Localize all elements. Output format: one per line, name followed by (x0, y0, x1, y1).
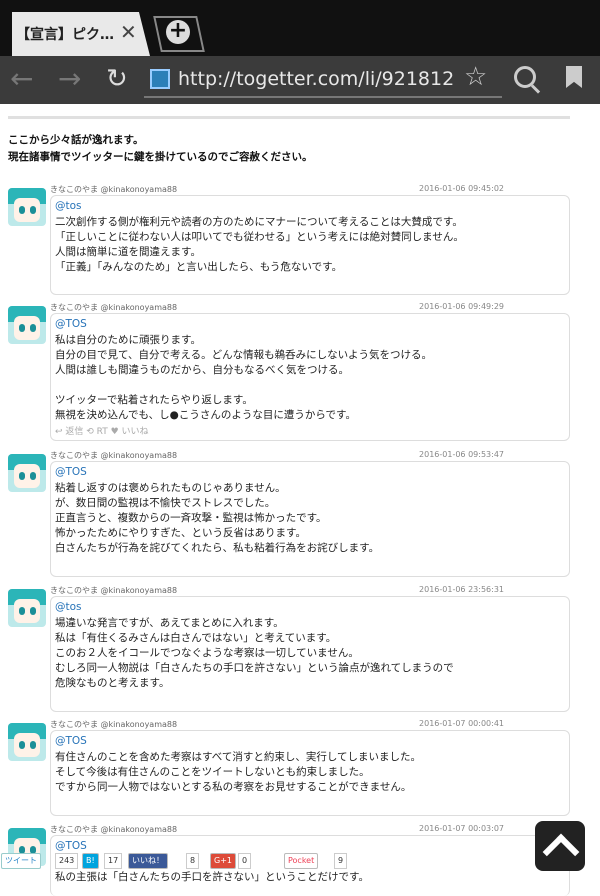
tweet-body: 二次創作する側が権利元や読者の方のためにマナーについて考えることは大賛成です。 … (55, 216, 464, 273)
tweet-mention[interactable]: @tos (55, 601, 82, 613)
tweet-mention[interactable]: @tos (55, 200, 82, 212)
url-text[interactable]: http://togetter.com/li/921812 (178, 68, 454, 90)
site-favicon-icon (150, 69, 170, 89)
bookmark-star-icon[interactable]: ☆ (464, 62, 487, 92)
tweet-user[interactable]: きなこのやま @kinakonoyama88 (50, 184, 177, 195)
tab-bar: 【宣言】ピク… ✕ + (0, 0, 600, 56)
intro-line: 現在諸事情でツイッターに鍵を掛けているのでご容赦ください。 (8, 151, 313, 163)
tweet-body: 私は自分のために頑張ります。 自分の目で見て、自分で考える。どんな情報も鵜呑みに… (55, 334, 432, 421)
avatar[interactable] (8, 188, 46, 226)
tweet-item: きなこのやま @kinakonoyama88 2016-01-06 23:56:… (8, 585, 570, 713)
tweet-item: きなこのやま @kinakonoyama88 2016-01-06 09:53:… (8, 450, 570, 578)
tweet-time[interactable]: 2016-01-06 09:49:29 (419, 302, 504, 311)
tweet-count: 243 (55, 853, 79, 869)
browser-toolbar: ← → ↻ http://togetter.com/li/921812 ☆ (0, 56, 600, 104)
intro-text: ここから少々話が逸れます。 現在諸事情でツイッターに鍵を掛けているのでご容赦くだ… (8, 132, 313, 166)
tweet-item: きなこのやま @kinakonoyama88 2016-01-06 09:49:… (8, 302, 570, 444)
tweet-body: 場違いな発言ですが、あえてまとめに入れます。 私は「有住くるみさんは白さんではな… (55, 617, 454, 689)
pocket-count: 9 (334, 853, 348, 869)
tab-title: 【宣言】ピク… (16, 27, 114, 43)
tweet-mention[interactable]: @TOS (55, 318, 87, 330)
bookmarks-icon[interactable] (566, 66, 582, 88)
pocket-button[interactable]: Pocket (284, 853, 319, 869)
tweet-user[interactable]: きなこのやま @kinakonoyama88 (50, 585, 177, 596)
search-icon[interactable] (514, 66, 536, 88)
gplus-button[interactable]: G+1 (210, 853, 236, 869)
facebook-like-button[interactable]: いいね！ (128, 853, 168, 869)
tweet-mention[interactable]: @TOS (55, 735, 87, 747)
tweet-actions[interactable]: ↩ 返信 ⟲ RT ♥ いいね (55, 424, 149, 437)
tweet-share-button[interactable]: ツイート (1, 853, 41, 869)
tweet-mention[interactable]: @TOS (55, 466, 87, 478)
avatar[interactable] (8, 306, 46, 344)
browser-tab[interactable]: 【宣言】ピク… ✕ (12, 12, 150, 56)
intro-line: ここから少々話が逸れます。 (8, 134, 144, 146)
tweet-time[interactable]: 2016-01-07 00:03:07 (419, 824, 504, 833)
back-arrow-icon[interactable]: ← (10, 62, 33, 95)
facebook-count: 8 (186, 853, 200, 869)
avatar[interactable] (8, 454, 46, 492)
gplus-count: 0 (238, 853, 252, 869)
tweet-bubble: @tos 二次創作する側が権利元や読者の方のためにマナーについて考えることは大賛… (50, 195, 570, 295)
tweet-time[interactable]: 2016-01-06 09:45:02 (419, 184, 504, 193)
tweet-user[interactable]: きなこのやま @kinakonoyama88 (50, 719, 177, 730)
tweet-time[interactable]: 2016-01-06 09:53:47 (419, 450, 504, 459)
scroll-to-top-button[interactable] (535, 821, 585, 871)
tweet-bubble: @TOS 粘着し返すのは褒められたものじゃありません。 が、数日間の監視は不愉快… (50, 461, 570, 577)
page-content: ここから少々話が逸れます。 現在諸事情でツイッターに鍵を掛けているのでご容赦くだ… (0, 104, 600, 896)
tweet-bubble: @TOS 私は自分のために頑張ります。 自分の目で見て、自分で考える。どんな情報… (50, 313, 570, 441)
tweet-user[interactable]: きなこのやま @kinakonoyama88 (50, 450, 177, 461)
address-bar[interactable]: http://togetter.com/li/921812 (144, 62, 502, 98)
tweet-user[interactable]: きなこのやま @kinakonoyama88 (50, 302, 177, 313)
tweet-user[interactable]: きなこのやま @kinakonoyama88 (50, 824, 177, 835)
tweet-time[interactable]: 2016-01-06 23:56:31 (419, 585, 504, 594)
tweet-item: きなこのやま @kinakonoyama88 2016-01-06 09:45:… (8, 184, 570, 296)
avatar[interactable] (8, 723, 46, 761)
new-tab-plus-icon[interactable]: + (166, 20, 190, 44)
tweet-bubble: @TOS 有住さんのことを含めた考察はすべて消すと約束し、実行してしまいました。… (50, 730, 570, 816)
tweet-item: きなこのやま @kinakonoyama88 2016-01-07 00:00:… (8, 719, 570, 819)
tweet-body: 粘着し返すのは褒められたものじゃありません。 が、数日間の監視は不愉快でストレス… (55, 482, 380, 554)
tweet-bubble: @tos 場違いな発言ですが、あえてまとめに入れます。 私は「有住くるみさんは白… (50, 596, 570, 712)
hatena-bookmark-button[interactable]: B! (82, 853, 99, 869)
share-bar: ツイート 243 B! 17 いいね！ 8 G+1 0 Pocket 9 (0, 850, 350, 870)
tab-close-icon[interactable]: ✕ (120, 20, 137, 44)
tweet-body: 有住さんのことを含めた考察はすべて消すと約束し、実行してしまいました。 そして今… (55, 751, 422, 793)
forward-arrow-icon[interactable]: → (58, 62, 81, 95)
tweet-time[interactable]: 2016-01-07 00:00:41 (419, 719, 504, 728)
reload-icon[interactable]: ↻ (106, 64, 128, 94)
divider (8, 116, 570, 119)
avatar[interactable] (8, 589, 46, 627)
hatena-count: 17 (104, 853, 123, 869)
